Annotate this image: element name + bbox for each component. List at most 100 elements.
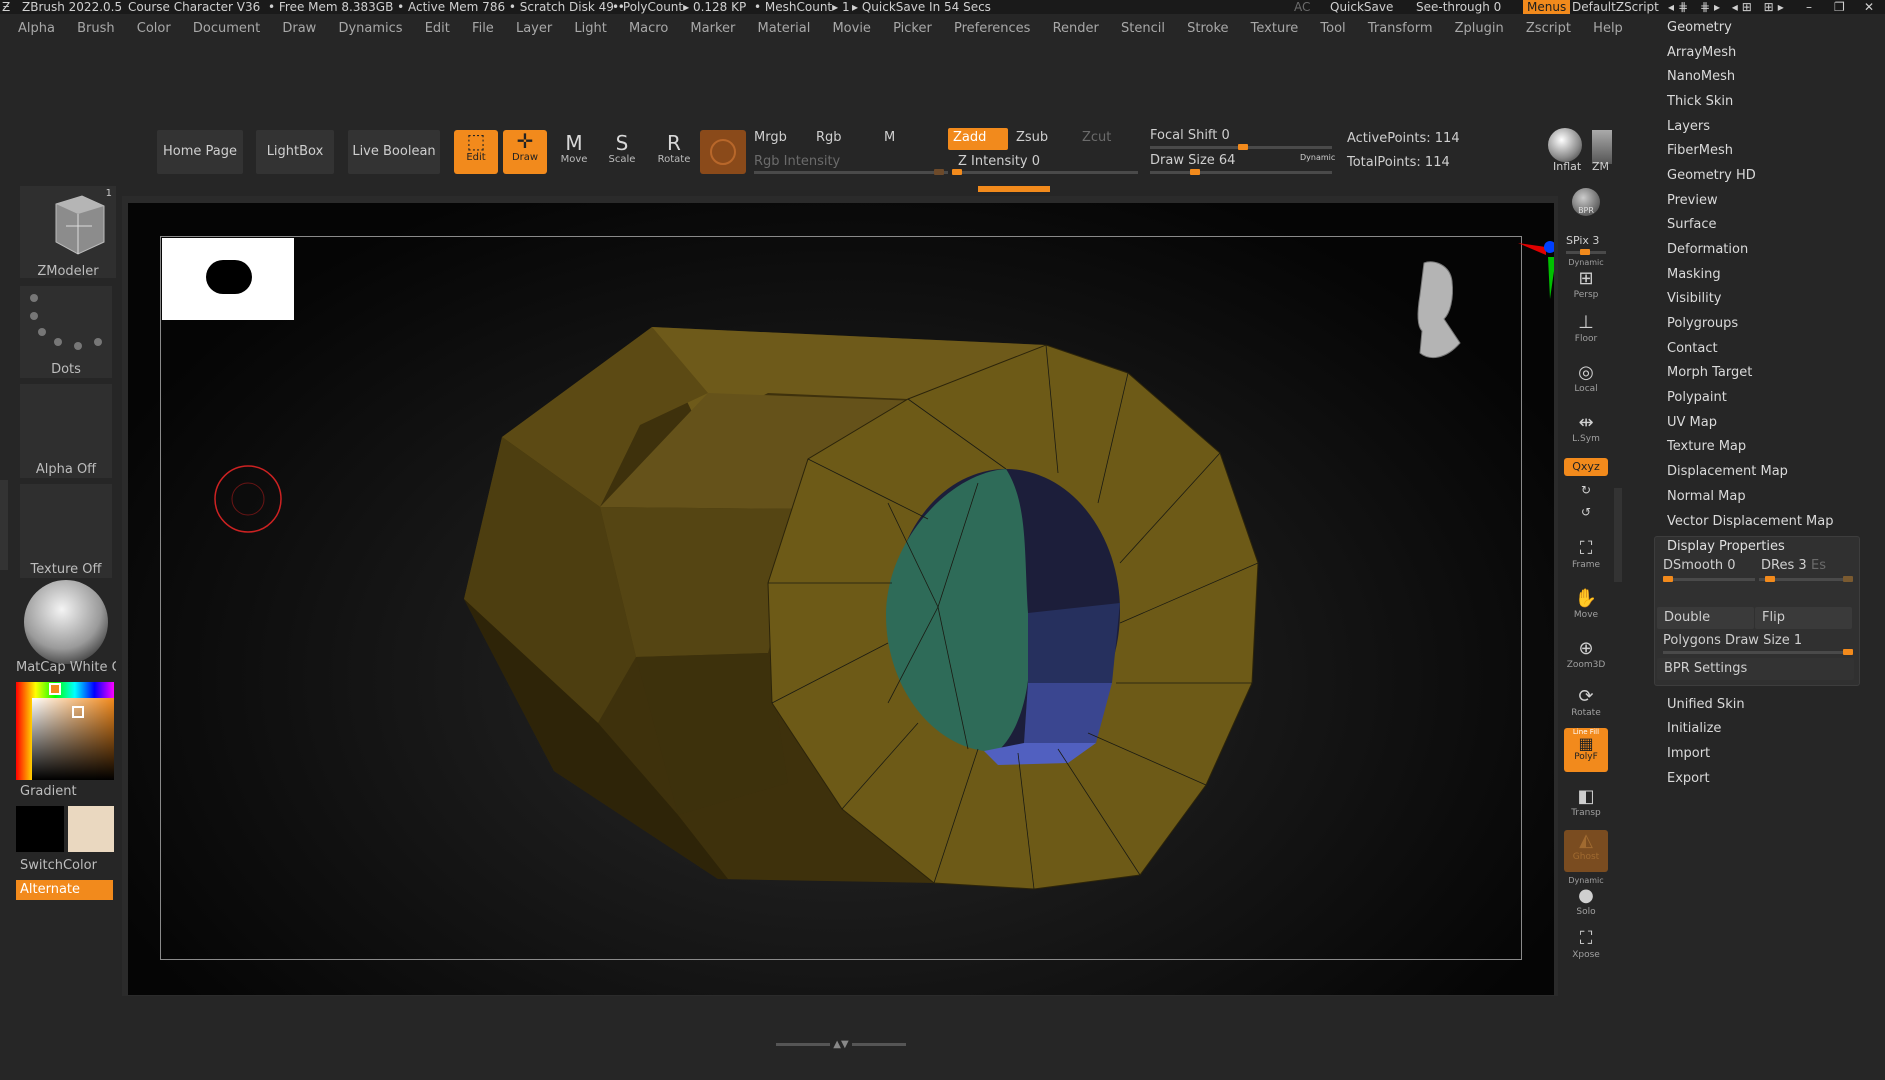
spix-handle[interactable] — [1580, 249, 1590, 255]
display-properties-header[interactable]: Display Properties — [1667, 539, 1785, 554]
transp-button[interactable]: ◧ Transp — [1564, 786, 1608, 818]
tool-menu-polypaint[interactable]: Polypaint — [1667, 390, 1727, 405]
menu-macro[interactable]: Macro — [629, 16, 668, 42]
menu-alpha[interactable]: Alpha — [18, 16, 55, 42]
rgb-toggle[interactable]: Rgb — [816, 130, 842, 145]
dres-slider[interactable] — [1759, 576, 1853, 582]
minimize-icon[interactable]: – — [1806, 0, 1812, 14]
material-selector[interactable]: MatCap White C — [16, 580, 116, 676]
menu-stroke[interactable]: Stroke — [1187, 16, 1228, 42]
restore-icon[interactable]: ❐ — [1834, 0, 1845, 14]
tool-menu-deformation[interactable]: Deformation — [1667, 242, 1748, 257]
inflat-sphere-icon[interactable] — [1548, 128, 1582, 162]
live-boolean-button[interactable]: Live Boolean — [348, 130, 440, 174]
z-intensity-handle[interactable] — [952, 169, 962, 175]
menu-texture[interactable]: Texture — [1251, 16, 1299, 42]
menu-tool[interactable]: Tool — [1320, 16, 1345, 42]
tool-menu-normal-map[interactable]: Normal Map — [1667, 489, 1746, 504]
color-picker[interactable] — [16, 682, 114, 780]
menu-marker[interactable]: Marker — [690, 16, 735, 42]
hue-marker[interactable] — [49, 683, 61, 695]
menu-stencil[interactable]: Stencil — [1121, 16, 1165, 42]
navigation-head-icon[interactable] — [1417, 261, 1461, 359]
bpr-button[interactable]: BPR — [1564, 188, 1608, 228]
lsym-button[interactable]: ⇹ L.Sym — [1564, 412, 1608, 444]
menu-preferences[interactable]: Preferences — [954, 16, 1030, 42]
flip-toggle[interactable]: Flip — [1755, 607, 1852, 629]
mrgb-toggle[interactable]: Mrgb — [754, 130, 787, 145]
left-tray-handle[interactable] — [0, 480, 8, 570]
rotate-axis-y-button[interactable]: ↻ — [1564, 482, 1608, 498]
close-icon[interactable]: ✕ — [1864, 0, 1874, 14]
edit-button[interactable]: ⬚ Edit — [454, 130, 498, 174]
menu-edit[interactable]: Edit — [425, 16, 450, 42]
tool-menu-preview[interactable]: Preview — [1667, 193, 1718, 208]
move-button[interactable]: M Move — [552, 132, 596, 174]
menu-light[interactable]: Light — [574, 16, 606, 42]
tool-menu-displacement-map[interactable]: Displacement Map — [1667, 464, 1788, 479]
tool-menu-import[interactable]: Import — [1667, 746, 1710, 761]
menu-document[interactable]: Document — [193, 16, 260, 42]
tool-menu-arraymesh[interactable]: ArrayMesh — [1667, 45, 1736, 60]
rgb-intensity-handle[interactable] — [934, 169, 944, 175]
rotate-view-button[interactable]: ⟳ Rotate — [1564, 686, 1608, 718]
tool-menu-geometry-hd[interactable]: Geometry HD — [1667, 168, 1756, 183]
default-zscript-button[interactable]: DefaultZScript — [1572, 0, 1659, 14]
menu-brush[interactable]: Brush — [77, 16, 115, 42]
draw-size-slider[interactable] — [1150, 169, 1332, 175]
xpose-button[interactable]: ⛶ Xpose — [1564, 928, 1608, 960]
menu-material[interactable]: Material — [758, 16, 811, 42]
m-toggle[interactable]: M — [884, 130, 895, 145]
zcut-toggle[interactable]: Zcut — [1082, 130, 1111, 145]
main-color-swatch[interactable] — [16, 806, 64, 852]
right-tray-handle[interactable] — [1614, 488, 1622, 582]
menu-dynamics[interactable]: Dynamics — [338, 16, 402, 42]
menu-picker[interactable]: Picker — [893, 16, 932, 42]
ac-toggle[interactable]: AC — [1294, 0, 1310, 14]
menu-render[interactable]: Render — [1053, 16, 1099, 42]
spix-slider[interactable] — [1566, 249, 1606, 255]
tool-menu-nanomesh[interactable]: NanoMesh — [1667, 69, 1735, 84]
home-page-button[interactable]: Home Page — [157, 130, 243, 174]
polygons-draw-size-slider[interactable] — [1663, 649, 1853, 655]
scale-button[interactable]: S Scale — [600, 132, 644, 174]
dres-handle[interactable] — [1765, 576, 1775, 582]
floor-button[interactable]: ⊥ Floor — [1564, 312, 1608, 344]
polygons-draw-size-handle[interactable] — [1843, 649, 1853, 655]
menu-help[interactable]: Help — [1593, 16, 1623, 42]
zadd-toggle[interactable]: Zadd — [948, 128, 1008, 150]
gradient-toggle[interactable]: Gradient — [20, 784, 77, 799]
menu-layer[interactable]: Layer — [516, 16, 552, 42]
tool-menu-export[interactable]: Export — [1667, 771, 1710, 786]
tool-menu-uv-map[interactable]: UV Map — [1667, 415, 1717, 430]
persp-button[interactable]: Dynamic ⊞ Persp — [1564, 258, 1608, 300]
secondary-color-swatch[interactable] — [68, 806, 114, 852]
xyz-toggle[interactable]: Qxyz — [1564, 458, 1608, 476]
tool-menu-thick-skin[interactable]: Thick Skin — [1667, 94, 1733, 109]
focal-shift-slider[interactable] — [1150, 144, 1332, 150]
tool-menu-layers[interactable]: Layers — [1667, 119, 1710, 134]
quicksave-button[interactable]: QuickSave — [1330, 0, 1393, 14]
ghost-toggle[interactable]: ◭ Ghost — [1564, 830, 1608, 872]
tool-menu-initialize[interactable]: Initialize — [1667, 721, 1721, 736]
zsub-toggle[interactable]: Zsub — [1016, 130, 1048, 145]
menu-zscript[interactable]: Zscript — [1526, 16, 1571, 42]
tool-menu-vector-displacement-map[interactable]: Vector Displacement Map — [1667, 514, 1834, 529]
menu-color[interactable]: Color — [137, 16, 171, 42]
color-rgb-swatch[interactable] — [700, 130, 746, 174]
focal-shift-handle[interactable] — [1238, 144, 1248, 150]
lightbox-button[interactable]: LightBox — [256, 130, 334, 174]
solo-button[interactable]: Dynamic ● Solo — [1564, 876, 1608, 917]
brush-selector[interactable]: 1 ZModeler — [20, 186, 116, 279]
tool-menu-visibility[interactable]: Visibility — [1667, 291, 1721, 306]
z-intensity-slider[interactable] — [952, 169, 1138, 175]
frame-button[interactable]: ⛶ Frame — [1564, 538, 1608, 570]
bottom-tray-handle[interactable]: ▲▼ — [774, 1040, 908, 1050]
color-marker[interactable] — [72, 706, 84, 718]
alpha-selector[interactable]: Alpha Off — [20, 384, 112, 478]
dynamic-size-toggle[interactable]: Dynamic — [1300, 153, 1335, 162]
layout-icons[interactable]: ◂⋕ ⋕▸ ◂⊞ ⊞▸ — [1668, 0, 1788, 14]
es-handle[interactable] — [1843, 576, 1853, 582]
see-through-slider[interactable]: See-through 0 — [1416, 0, 1501, 14]
tool-menu-texture-map[interactable]: Texture Map — [1667, 439, 1746, 454]
